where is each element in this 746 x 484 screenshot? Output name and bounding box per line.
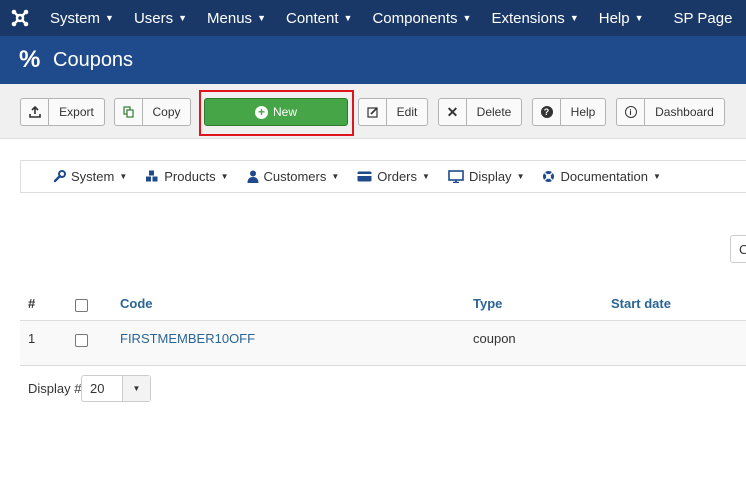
user-icon xyxy=(247,170,259,183)
coupon-type: coupon xyxy=(473,331,516,346)
toolbar: Export Copy + New Edit ✕ Delete ? Help i… xyxy=(0,84,746,139)
subnav-system[interactable]: System ▼ xyxy=(53,169,127,184)
caret-down-icon: ▼ xyxy=(220,172,229,181)
menu-help[interactable]: Help ▼ xyxy=(589,10,654,27)
search-input[interactable]: C xyxy=(730,235,746,263)
percent-icon: % xyxy=(19,46,41,73)
caret-down-icon: ▼ xyxy=(652,172,661,181)
caret-down-icon: ▼ xyxy=(634,13,644,23)
menu-components[interactable]: Components ▼ xyxy=(362,10,481,27)
table-row: 1 FIRSTMEMBER10OFF coupon xyxy=(20,321,746,366)
display-limit-select[interactable]: 20 ▼ xyxy=(81,375,151,402)
caret-down-icon: ▼ xyxy=(516,172,525,181)
export-button[interactable]: Export xyxy=(20,98,105,126)
subnav-customers[interactable]: Customers ▼ xyxy=(247,169,340,184)
header-type[interactable]: Type xyxy=(473,296,502,311)
display-label: Display # xyxy=(28,381,82,396)
coupon-code-link[interactable]: FIRSTMEMBER10OFF xyxy=(120,331,255,346)
menu-menus[interactable]: Menus ▼ xyxy=(197,10,276,27)
subnav-documentation[interactable]: Documentation ▼ xyxy=(542,169,661,184)
coupons-table: # Code Type Start date 1 FIRSTMEMBER10OF… xyxy=(20,288,746,366)
caret-down-icon: ▼ xyxy=(569,13,579,23)
menu-users[interactable]: Users ▼ xyxy=(124,10,197,27)
caret-down-icon: ▼ xyxy=(105,13,114,23)
menu-system[interactable]: System ▼ xyxy=(40,10,124,27)
caret-down-icon: ▼ xyxy=(119,172,128,181)
caret-down-icon: ▼ xyxy=(178,13,188,23)
caret-down-icon: ▼ xyxy=(331,172,340,181)
new-button-highlight xyxy=(199,90,354,136)
copy-icon xyxy=(115,99,143,125)
header-code[interactable]: Code xyxy=(120,296,153,311)
info-circle-icon: i xyxy=(617,99,645,125)
monitor-icon xyxy=(448,170,464,183)
lifebuoy-icon xyxy=(542,170,555,183)
header-num: # xyxy=(28,296,36,311)
table-header: # Code Type Start date xyxy=(20,288,746,321)
edit-button[interactable]: Edit xyxy=(358,98,428,126)
wrench-icon xyxy=(53,170,66,183)
caret-down-icon: ▼ xyxy=(422,172,430,181)
display-limit: Display # 20 ▼ xyxy=(28,375,151,402)
help-button[interactable]: ? Help xyxy=(532,98,606,126)
caret-down-icon: ▼ xyxy=(257,13,266,23)
select-all-checkbox[interactable] xyxy=(75,296,88,315)
caret-down-icon: ▼ xyxy=(122,376,150,401)
question-circle-icon: ? xyxy=(533,99,561,125)
top-navbar: System ▼ Users ▼ Menus ▼ Content ▼ Component… xyxy=(0,0,746,36)
upload-icon xyxy=(21,99,49,125)
credit-card-icon xyxy=(357,171,372,182)
caret-down-icon: ▼ xyxy=(343,13,353,23)
copy-button[interactable]: Copy xyxy=(114,98,191,126)
row-checkbox[interactable] xyxy=(75,331,88,350)
joomla-logo-icon[interactable] xyxy=(0,0,40,36)
page-title: Coupons xyxy=(53,48,134,71)
cubes-icon xyxy=(145,170,159,183)
row-num: 1 xyxy=(28,331,36,346)
delete-button[interactable]: ✕ Delete xyxy=(438,98,522,126)
menu-extensions[interactable]: Extensions ▼ xyxy=(481,10,588,27)
header-start-date[interactable]: Start date xyxy=(611,296,671,311)
subnav-display[interactable]: Display ▼ xyxy=(448,169,525,184)
menu-content[interactable]: Content ▼ xyxy=(276,10,362,27)
dashboard-button[interactable]: i Dashboard xyxy=(616,98,725,126)
subnav-orders[interactable]: Orders ▼ xyxy=(357,169,430,184)
caret-down-icon: ▼ xyxy=(462,13,472,23)
menu-sp-page[interactable]: SP Page xyxy=(654,10,743,27)
close-icon: ✕ xyxy=(439,99,467,125)
subnav-products[interactable]: Products ▼ xyxy=(145,169,229,184)
component-subnav: System ▼ Products ▼ Customers ▼ Orders ▼ Dis… xyxy=(20,160,746,193)
edit-icon xyxy=(359,99,387,125)
page-header: % Coupons xyxy=(0,36,746,84)
